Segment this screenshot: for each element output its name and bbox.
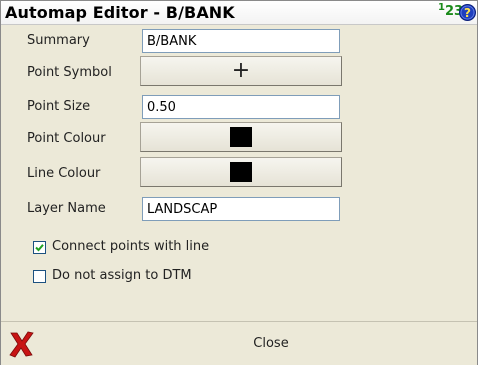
title-bar: Automap Editor - B/BANK 123 ? <box>1 1 477 25</box>
point-colour-button[interactable] <box>140 122 342 152</box>
close-button[interactable]: Close <box>151 326 391 360</box>
point-colour-swatch <box>230 127 252 147</box>
point-size-label: Point Size <box>27 99 91 114</box>
no-dtm-label: Do not assign to DTM <box>52 268 192 283</box>
footer-bar: Close <box>1 321 477 365</box>
point-colour-label: Point Colour <box>27 131 106 146</box>
connect-points-label: Connect points with line <box>52 239 210 254</box>
point-symbol-label: Point Symbol <box>27 65 112 80</box>
point-symbol-button[interactable]: + <box>140 56 342 86</box>
connect-points-checkbox[interactable] <box>33 241 46 254</box>
line-colour-swatch <box>230 162 252 182</box>
summary-label: Summary <box>27 33 90 48</box>
input-mode-sup: 1 <box>438 2 445 13</box>
automap-form: Summary Point Symbol + Point Size Point … <box>1 25 477 318</box>
input-mode-mid: 2 <box>444 4 455 19</box>
automap-editor-window: Automap Editor - B/BANK 123 ? Summary Po… <box>0 0 478 365</box>
point-symbol-glyph: + <box>231 58 251 83</box>
summary-field[interactable] <box>142 29 340 53</box>
layer-name-field[interactable] <box>142 197 340 221</box>
red-x-icon[interactable] <box>7 330 37 358</box>
line-colour-button[interactable] <box>140 157 342 187</box>
close-button-label: Close <box>253 335 289 351</box>
layer-name-label: Layer Name <box>27 201 106 216</box>
no-dtm-checkbox[interactable] <box>33 270 46 283</box>
help-question-icon[interactable]: ? <box>459 4 476 21</box>
check-mark-icon <box>35 244 44 252</box>
window-title: Automap Editor - B/BANK <box>5 3 235 22</box>
line-colour-label: Line Colour <box>27 166 101 181</box>
svg-text:?: ? <box>464 6 471 20</box>
point-size-field[interactable] <box>142 95 340 119</box>
